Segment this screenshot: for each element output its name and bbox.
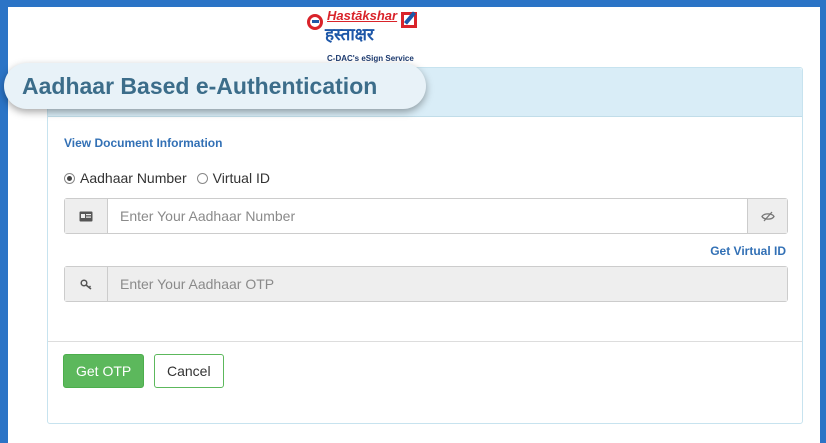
logo-brand-hi: हस्ताक्षर xyxy=(325,25,374,44)
cancel-button[interactable]: Cancel xyxy=(154,354,224,388)
hastakshar-logo: Hastākshar हस्ताक्षर C-DAC's eSign Servi… xyxy=(303,8,423,64)
panel-footer-divider xyxy=(48,341,802,342)
logo-tagline: C-DAC's eSign Service xyxy=(327,54,414,63)
key-icon xyxy=(65,267,108,301)
aadhaar-number-radio[interactable] xyxy=(64,172,75,184)
otp-input-group xyxy=(64,266,788,302)
auth-panel: View Document Information Aadhaar Number… xyxy=(47,67,803,424)
aadhaar-number-input[interactable] xyxy=(108,199,747,233)
page-title-callout: Aadhaar Based e-Authentication xyxy=(4,63,426,109)
logo-pen-icon xyxy=(401,12,417,28)
view-document-link[interactable]: View Document Information xyxy=(64,136,222,150)
eye-slash-icon[interactable] xyxy=(747,199,787,233)
aadhaar-input-group xyxy=(64,198,788,234)
logo-brand-en: Hastākshar xyxy=(327,8,398,23)
aadhaar-number-radio-label[interactable]: Aadhaar Number xyxy=(80,170,187,186)
virtual-id-radio-label[interactable]: Virtual ID xyxy=(213,170,270,186)
id-type-radio-group: Aadhaar Number Virtual ID xyxy=(64,170,280,186)
otp-input[interactable] xyxy=(108,267,787,301)
get-otp-button[interactable]: Get OTP xyxy=(63,354,145,388)
logo-mark-icon xyxy=(307,14,323,30)
get-virtual-id-link[interactable]: Get Virtual ID xyxy=(710,244,786,258)
virtual-id-radio[interactable] xyxy=(196,172,208,184)
id-card-icon xyxy=(65,199,108,233)
page-title: Aadhaar Based e-Authentication xyxy=(22,72,378,99)
